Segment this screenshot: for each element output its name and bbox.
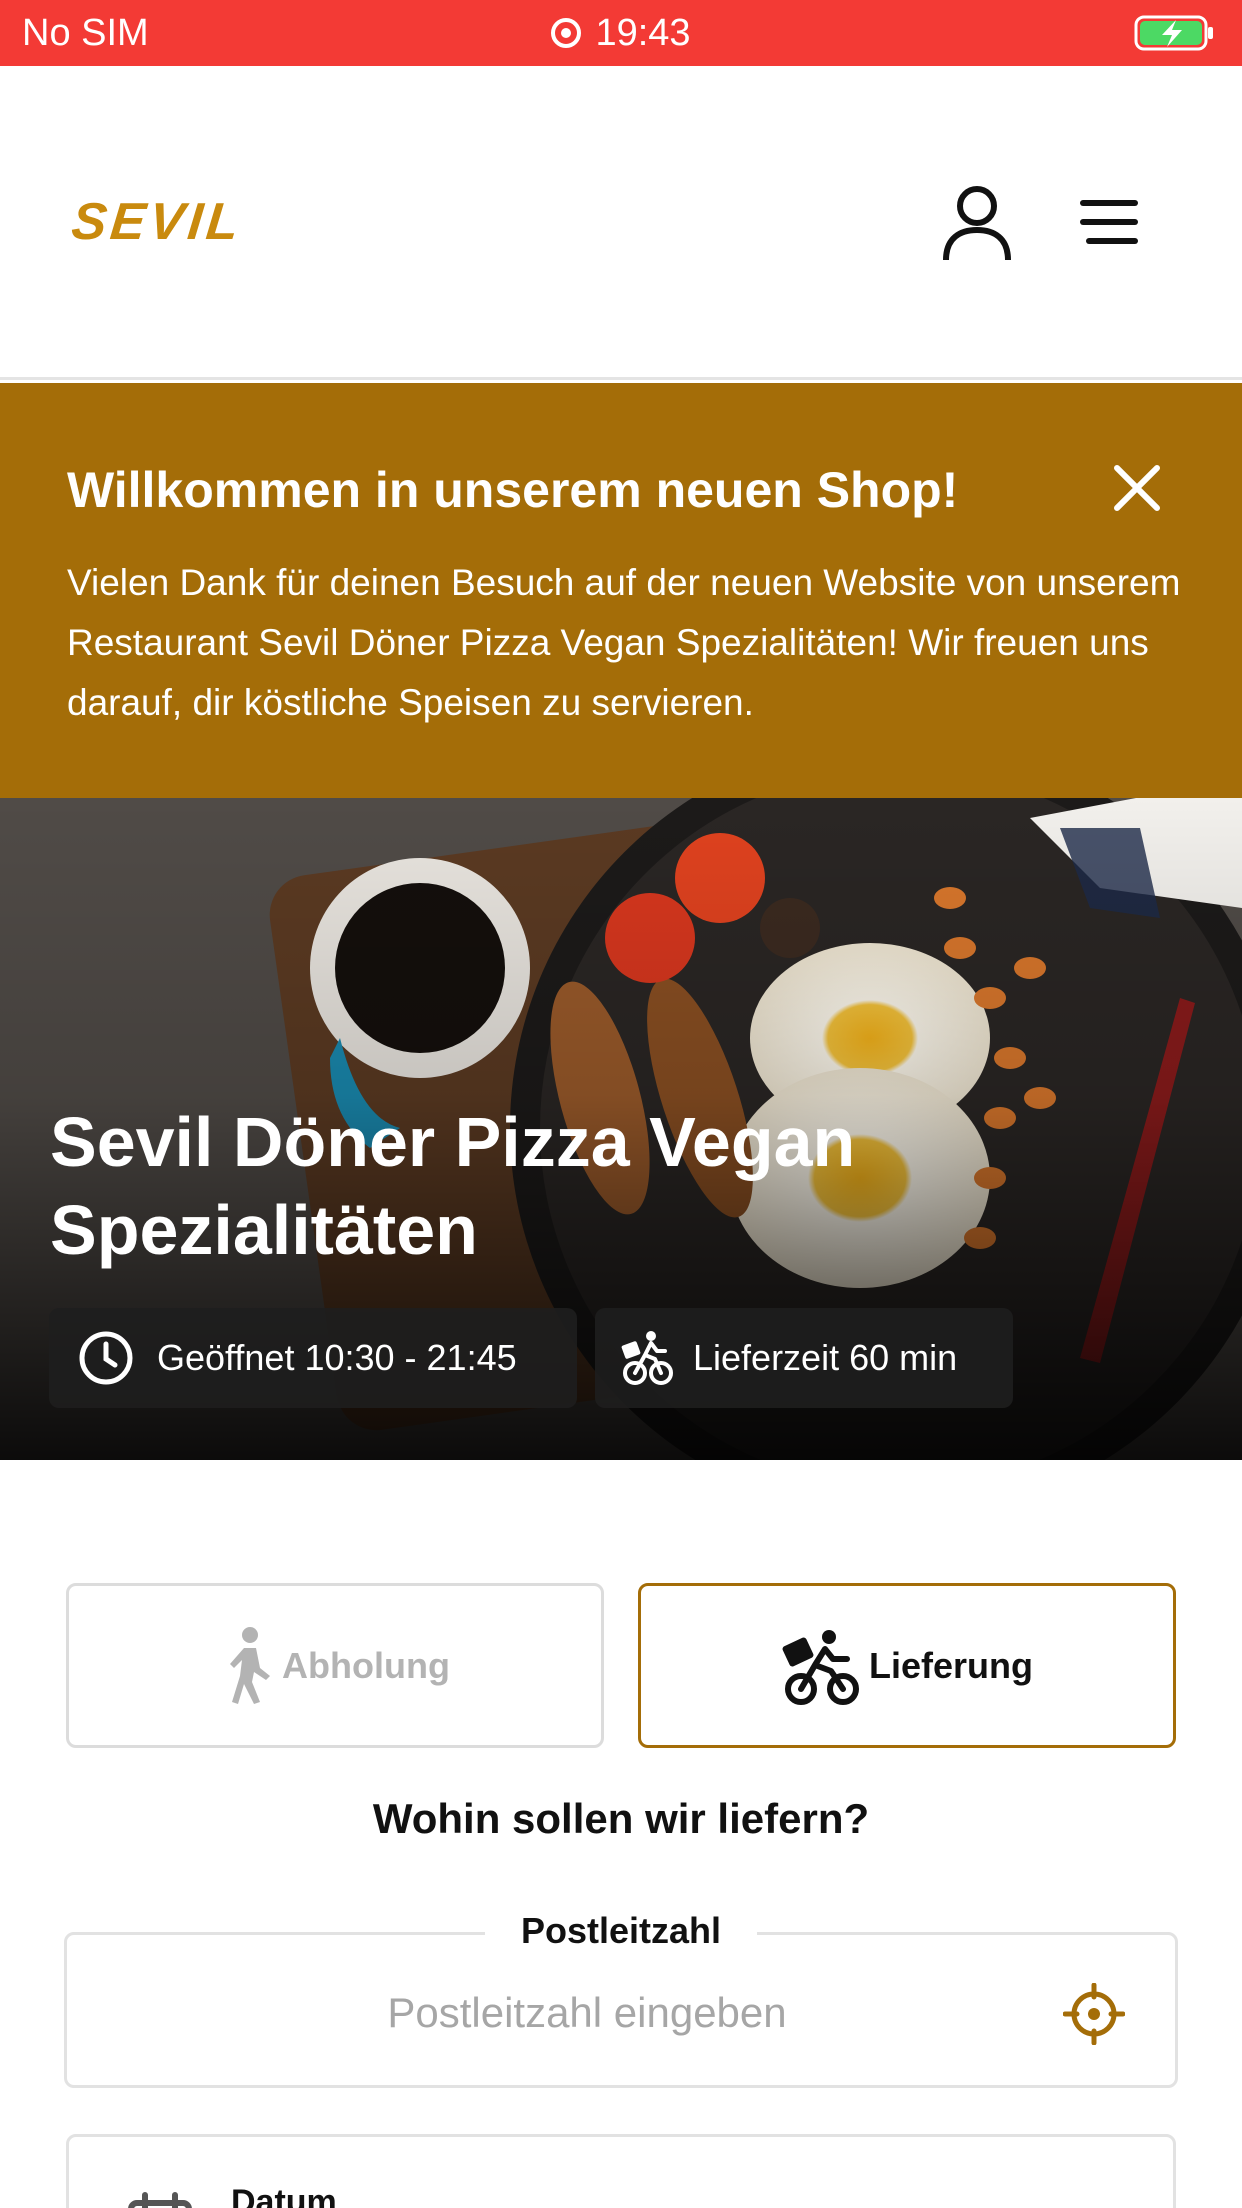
pickup-button[interactable]: Abholung bbox=[66, 1583, 604, 1748]
menu-icon[interactable] bbox=[1078, 196, 1140, 248]
battery-charging-icon bbox=[1134, 15, 1213, 51]
restaurant-name: Sevil Döner Pizza Vegan Spezialitäten bbox=[50, 1103, 856, 1269]
close-icon[interactable] bbox=[1112, 463, 1162, 513]
delivery-time-badge: Lieferzeit 60 min bbox=[595, 1308, 1013, 1408]
date-selector[interactable]: Datum bbox=[66, 2134, 1176, 2208]
postal-code-input[interactable] bbox=[187, 1989, 987, 2037]
pickup-label: Abholung bbox=[282, 1644, 450, 1686]
delivery-button[interactable]: Lieferung bbox=[638, 1583, 1176, 1748]
opening-hours-text: Geöffnet 10:30 - 21:45 bbox=[157, 1337, 517, 1378]
bike-courier-icon bbox=[782, 1629, 859, 1705]
site-header: SEVIL bbox=[0, 66, 1242, 380]
opening-hours-badge: Geöffnet 10:30 - 21:45 bbox=[49, 1308, 577, 1408]
postal-code-label: Postleitzahl bbox=[485, 1910, 757, 1952]
delivery-question: Wohin sollen wir liefern? bbox=[372, 1795, 870, 1842]
clock-icon bbox=[79, 1331, 133, 1385]
screen-record-icon bbox=[551, 18, 582, 48]
banner-title: Willkommen in unserem neuen Shop! bbox=[67, 462, 959, 518]
date-label: Datum bbox=[231, 2183, 337, 2208]
status-time-area: 19:43 bbox=[0, 12, 1242, 55]
account-icon[interactable] bbox=[940, 182, 1014, 262]
delivery-time-text: Lieferzeit 60 min bbox=[693, 1337, 958, 1378]
banner-text: Vielen Dank für deinen Besuch auf der ne… bbox=[67, 562, 1181, 723]
status-time: 19:43 bbox=[595, 12, 691, 54]
welcome-banner: Willkommen in unserem neuen Shop! Vielen… bbox=[0, 383, 1242, 798]
hero-section: Sevil Döner Pizza Vegan Spezialitäten Ge… bbox=[0, 798, 1242, 1460]
delivery-label: Lieferung bbox=[868, 1644, 1033, 1686]
postal-code-field bbox=[64, 1932, 1178, 2088]
locate-icon[interactable] bbox=[1063, 1983, 1125, 2045]
calendar-icon bbox=[128, 2192, 192, 2208]
sevil-logo[interactable]: SEVIL bbox=[69, 192, 246, 252]
bike-courier-icon bbox=[621, 1331, 673, 1385]
status-bar: No SIM 19:43 bbox=[0, 0, 1242, 66]
walking-icon bbox=[230, 1626, 271, 1704]
